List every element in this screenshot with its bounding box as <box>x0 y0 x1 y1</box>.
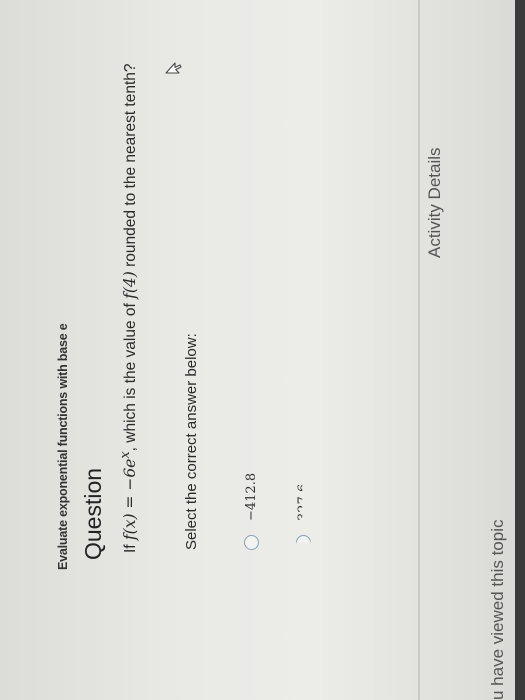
radio-button[interactable] <box>296 535 311 550</box>
question-text: If f(x) = −6ex, which is the value of f(… <box>118 63 140 553</box>
activity-screen: Evaluate exponential functions with base… <box>0 0 525 700</box>
activity-details-link[interactable]: Activity Details <box>425 147 445 258</box>
function-definition: f(x) = −6e <box>121 458 140 541</box>
screen-bezel <box>515 0 525 700</box>
radio-button[interactable] <box>243 535 259 550</box>
activity-heading: Evaluate exponential functions with base… <box>56 323 70 570</box>
photo-stage: Evaluate exponential functions with base… <box>0 0 525 700</box>
question-middle: , which is the value of <box>122 298 140 452</box>
cursor-icon <box>165 62 182 74</box>
answer-choice-text: −412.8 <box>243 472 259 521</box>
question-suffix: rounded to the nearest tenth? <box>122 63 140 272</box>
function-exponent: x <box>118 451 133 459</box>
viewed-status-text: u have viewed this topic <box>488 519 507 700</box>
question-title: Question <box>80 467 106 560</box>
question-prefix: If <box>122 540 140 553</box>
function-call: f(4) <box>121 271 140 299</box>
answer-choice-1[interactable]: −412.8 <box>240 473 262 550</box>
select-answer-label: Select the correct answer below: <box>183 333 200 550</box>
answer-choice-text: 327.6 <box>295 483 311 521</box>
answer-choice-2[interactable]: 327.6 <box>292 484 314 550</box>
section-divider <box>418 0 420 700</box>
